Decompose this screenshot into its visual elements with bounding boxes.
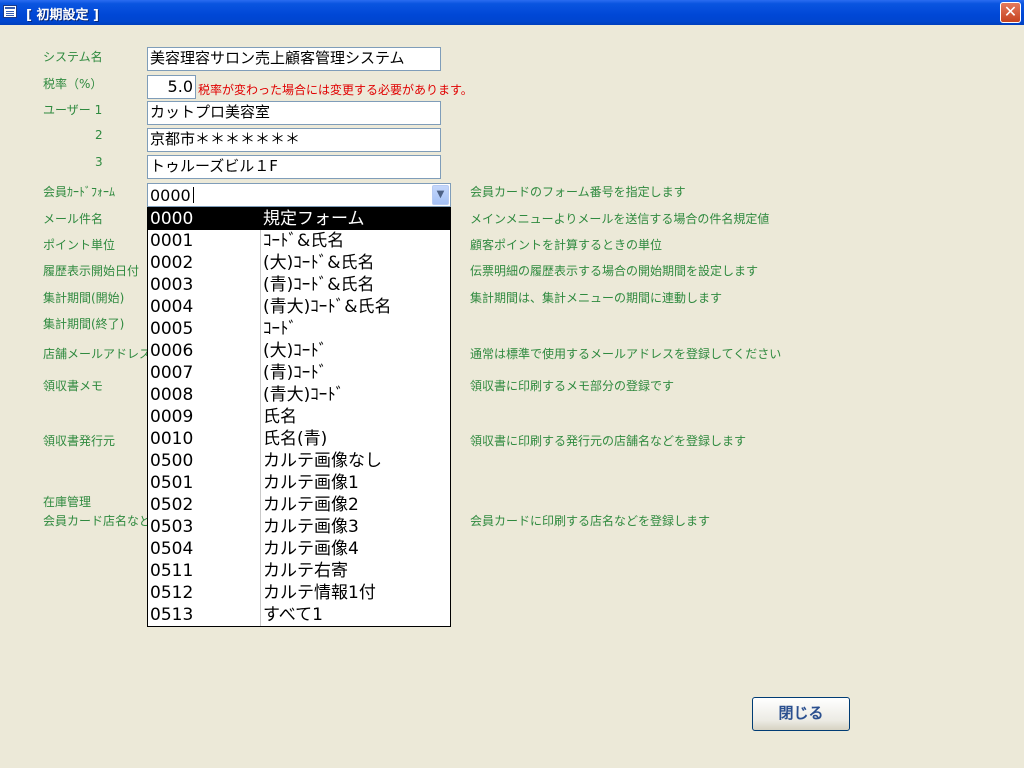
hint-mail-subject: メインメニューよりメールを送信する場合の件名規定値 [470, 212, 770, 226]
tax-rate-field[interactable]: 5.0 [147, 75, 196, 99]
label-card-form: 会員ｶｰﾄﾞﾌｫｰﾑ [43, 185, 116, 199]
tax-rate-note: 税率が変わった場合には変更する必要があります。 [198, 83, 473, 97]
option-code: 0503 [150, 517, 194, 537]
hint-receipt-memo: 領収書に印刷するメモ部分の登録です [470, 379, 675, 393]
dropdown-option[interactable]: 0005 ｺｰﾄﾞ [148, 318, 450, 340]
card-form-combobox[interactable]: 0000 ▼ [147, 183, 451, 207]
dropdown-option[interactable]: 0513 すべて1 [148, 604, 450, 626]
system-name-field[interactable]: 美容理容サロン売上顧客管理システム [147, 47, 441, 71]
option-code: 0006 [150, 341, 194, 361]
option-name: (大)ｺｰﾄﾞ [263, 341, 328, 361]
dropdown-option[interactable]: 0511 カルテ右寄 [148, 560, 450, 582]
dropdown-option[interactable]: 0501 カルテ画像1 [148, 472, 450, 494]
window-close-button[interactable]: ✕ [1000, 2, 1021, 23]
label-period-end: 集計期間(終了) [43, 317, 125, 331]
option-name: カルテ右寄 [263, 561, 348, 581]
dropdown-option[interactable]: 0009 氏名 [148, 406, 450, 428]
option-code: 0500 [150, 451, 194, 471]
option-name: (大)ｺｰﾄﾞ&氏名 [263, 253, 375, 273]
option-code: 0003 [150, 275, 194, 295]
hint-point-unit: 顧客ポイントを計算するときの単位 [470, 238, 663, 252]
chevron-down-icon[interactable]: ▼ [432, 185, 449, 205]
dropdown-option[interactable]: 0002 (大)ｺｰﾄﾞ&氏名 [148, 252, 450, 274]
label-period-start: 集計期間(開始) [43, 291, 125, 305]
option-code: 0000 [150, 209, 194, 229]
option-name: 氏名(青) [263, 429, 328, 449]
option-code: 0004 [150, 297, 194, 317]
option-name: ｺｰﾄﾞ [263, 319, 297, 339]
option-name: 規定フォーム [263, 209, 365, 229]
option-name: 氏名 [263, 407, 297, 427]
option-name: (青大)ｺｰﾄﾞ [263, 385, 345, 405]
dropdown-option[interactable]: 0004 (青大)ｺｰﾄﾞ&氏名 [148, 296, 450, 318]
hint-history-start: 伝票明細の履歴表示する場合の開始期間を設定します [470, 264, 759, 278]
label-user2: 2 [95, 128, 103, 142]
option-code: 0009 [150, 407, 194, 427]
hint-receipt-issuer: 領収書に印刷する発行元の店舗名などを登録します [470, 434, 747, 448]
user2-field[interactable]: 京都市＊＊＊＊＊＊＊ [147, 128, 441, 152]
option-name: カルテ画像3 [263, 517, 359, 537]
option-code: 0513 [150, 605, 194, 625]
title-bar: [ 初期設定 ] ✕ [0, 0, 1024, 25]
dropdown-option[interactable]: 0007 (青)ｺｰﾄﾞ [148, 362, 450, 384]
option-name: カルテ画像なし [263, 451, 382, 471]
dropdown-option[interactable]: 0500 カルテ画像なし [148, 450, 450, 472]
option-code: 0008 [150, 385, 194, 405]
option-code: 0501 [150, 473, 194, 493]
option-code: 0502 [150, 495, 194, 515]
dropdown-option[interactable]: 0512 カルテ情報1付 [148, 582, 450, 604]
dropdown-option[interactable]: 0006 (大)ｺｰﾄﾞ [148, 340, 450, 362]
label-receipt-issuer: 領収書発行元 [43, 434, 116, 448]
user1-field[interactable]: カットプロ美容室 [147, 101, 441, 125]
dropdown-option[interactable]: 0000 規定フォーム [148, 208, 450, 230]
dropdown-option[interactable]: 0003 (青)ｺｰﾄﾞ&氏名 [148, 274, 450, 296]
form-icon [3, 5, 17, 18]
dropdown-option[interactable]: 0008 (青大)ｺｰﾄﾞ [148, 384, 450, 406]
option-name: すべて1 [263, 605, 323, 625]
option-code: 0005 [150, 319, 194, 339]
option-code: 0001 [150, 231, 194, 251]
hint-period: 集計期間は、集計メニューの期間に連動します [470, 291, 723, 305]
option-code: 0010 [150, 429, 194, 449]
option-name: カルテ情報1付 [263, 583, 376, 603]
hint-card-form: 会員カードのフォーム番号を指定します [470, 185, 686, 199]
hint-store-mail: 通常は標準で使用するメールアドレスを登録してください [470, 347, 782, 361]
option-code: 0504 [150, 539, 194, 559]
option-code: 0007 [150, 363, 194, 383]
option-code: 0511 [150, 561, 194, 581]
label-user3: 3 [95, 155, 103, 169]
dropdown-option[interactable]: 0010 氏名(青) [148, 428, 450, 450]
window-title: [ 初期設定 ] [26, 8, 99, 23]
dropdown-option[interactable]: 0504 カルテ画像4 [148, 538, 450, 560]
option-name: カルテ画像4 [263, 539, 359, 559]
label-stock: 在庫管理 [43, 495, 92, 509]
dropdown-option[interactable]: 0001 ｺｰﾄﾞ&氏名 [148, 230, 450, 252]
user3-field[interactable]: トゥルーズビル１F [147, 155, 441, 179]
label-store-mail: 店舗メールアドレス [43, 347, 152, 361]
option-name: (青)ｺｰﾄﾞ [263, 363, 328, 383]
option-name: ｺｰﾄﾞ&氏名 [263, 231, 345, 251]
hint-card-store: 会員カードに印刷する店名などを登録します [470, 514, 711, 528]
card-form-value: 0000 [150, 186, 191, 205]
option-code: 0512 [150, 583, 194, 603]
text-caret [193, 187, 194, 203]
label-system-name: システム名 [43, 50, 103, 64]
label-card-store: 会員カード店名など [43, 514, 152, 528]
label-tax-rate: 税率（%） [43, 77, 103, 91]
label-receipt-memo: 領収書メモ [43, 379, 104, 393]
label-user1: ユーザー 1 [43, 103, 103, 117]
option-name: (青大)ｺｰﾄﾞ&氏名 [263, 297, 392, 317]
option-name: カルテ画像1 [263, 473, 359, 493]
dropdown-option[interactable]: 0502 カルテ画像2 [148, 494, 450, 516]
option-name: カルテ画像2 [263, 495, 359, 515]
option-name: (青)ｺｰﾄﾞ&氏名 [263, 275, 375, 295]
dropdown-option[interactable]: 0503 カルテ画像3 [148, 516, 450, 538]
card-form-dropdown-list[interactable]: 0000 規定フォーム 0001 ｺｰﾄﾞ&氏名 0002 (大)ｺｰﾄﾞ&氏名 0003 (… [147, 207, 451, 627]
label-mail-subject: メール件名 [43, 212, 104, 226]
label-history-start: 履歴表示開始日付 [43, 264, 140, 278]
option-code: 0002 [150, 253, 194, 273]
close-button[interactable]: 閉じる [752, 697, 850, 731]
label-point-unit: ポイント単位 [43, 238, 116, 252]
